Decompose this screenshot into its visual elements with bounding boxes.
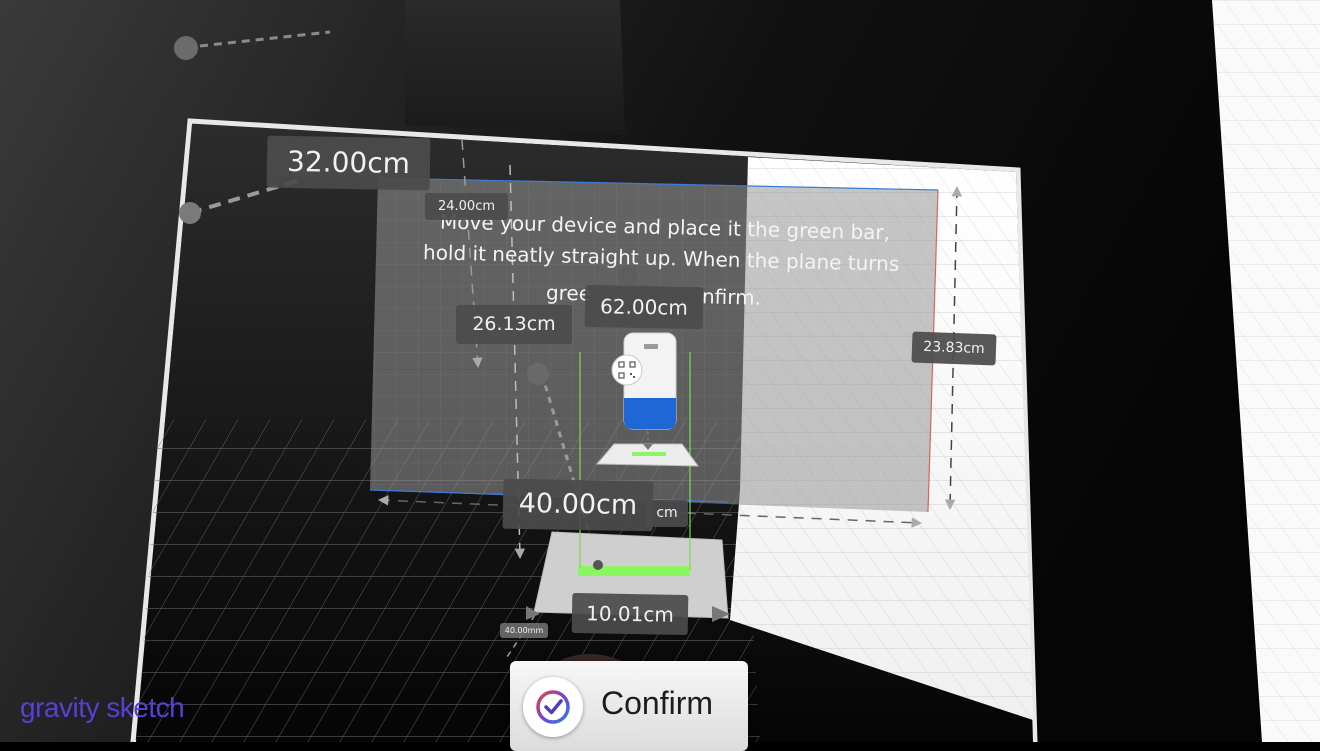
- measure-label-height-left: 26.13cm: [456, 305, 572, 344]
- qr-scan-icon: [611, 354, 643, 386]
- measure-label-right-height: 23.83cm: [911, 331, 997, 366]
- measure-label-tiny: 40.00mm: [500, 623, 548, 638]
- measure-label-depth: 40.00cm: [502, 478, 654, 532]
- measure-label-center: 62.00cm: [584, 284, 704, 330]
- instruction-line-3-end: nfirm.: [701, 284, 762, 310]
- check-circle-icon: [523, 677, 583, 737]
- brand-watermark: gravity sketch: [20, 692, 185, 723]
- confirm-button-label: Confirm: [601, 685, 714, 721]
- confirm-button[interactable]: Confirm: [510, 661, 748, 751]
- measure-label-base: 10.01cm: [571, 592, 689, 636]
- measure-label-width-top: 32.00cm: [266, 135, 431, 191]
- measure-label-small-top: 24.00cm: [425, 193, 508, 220]
